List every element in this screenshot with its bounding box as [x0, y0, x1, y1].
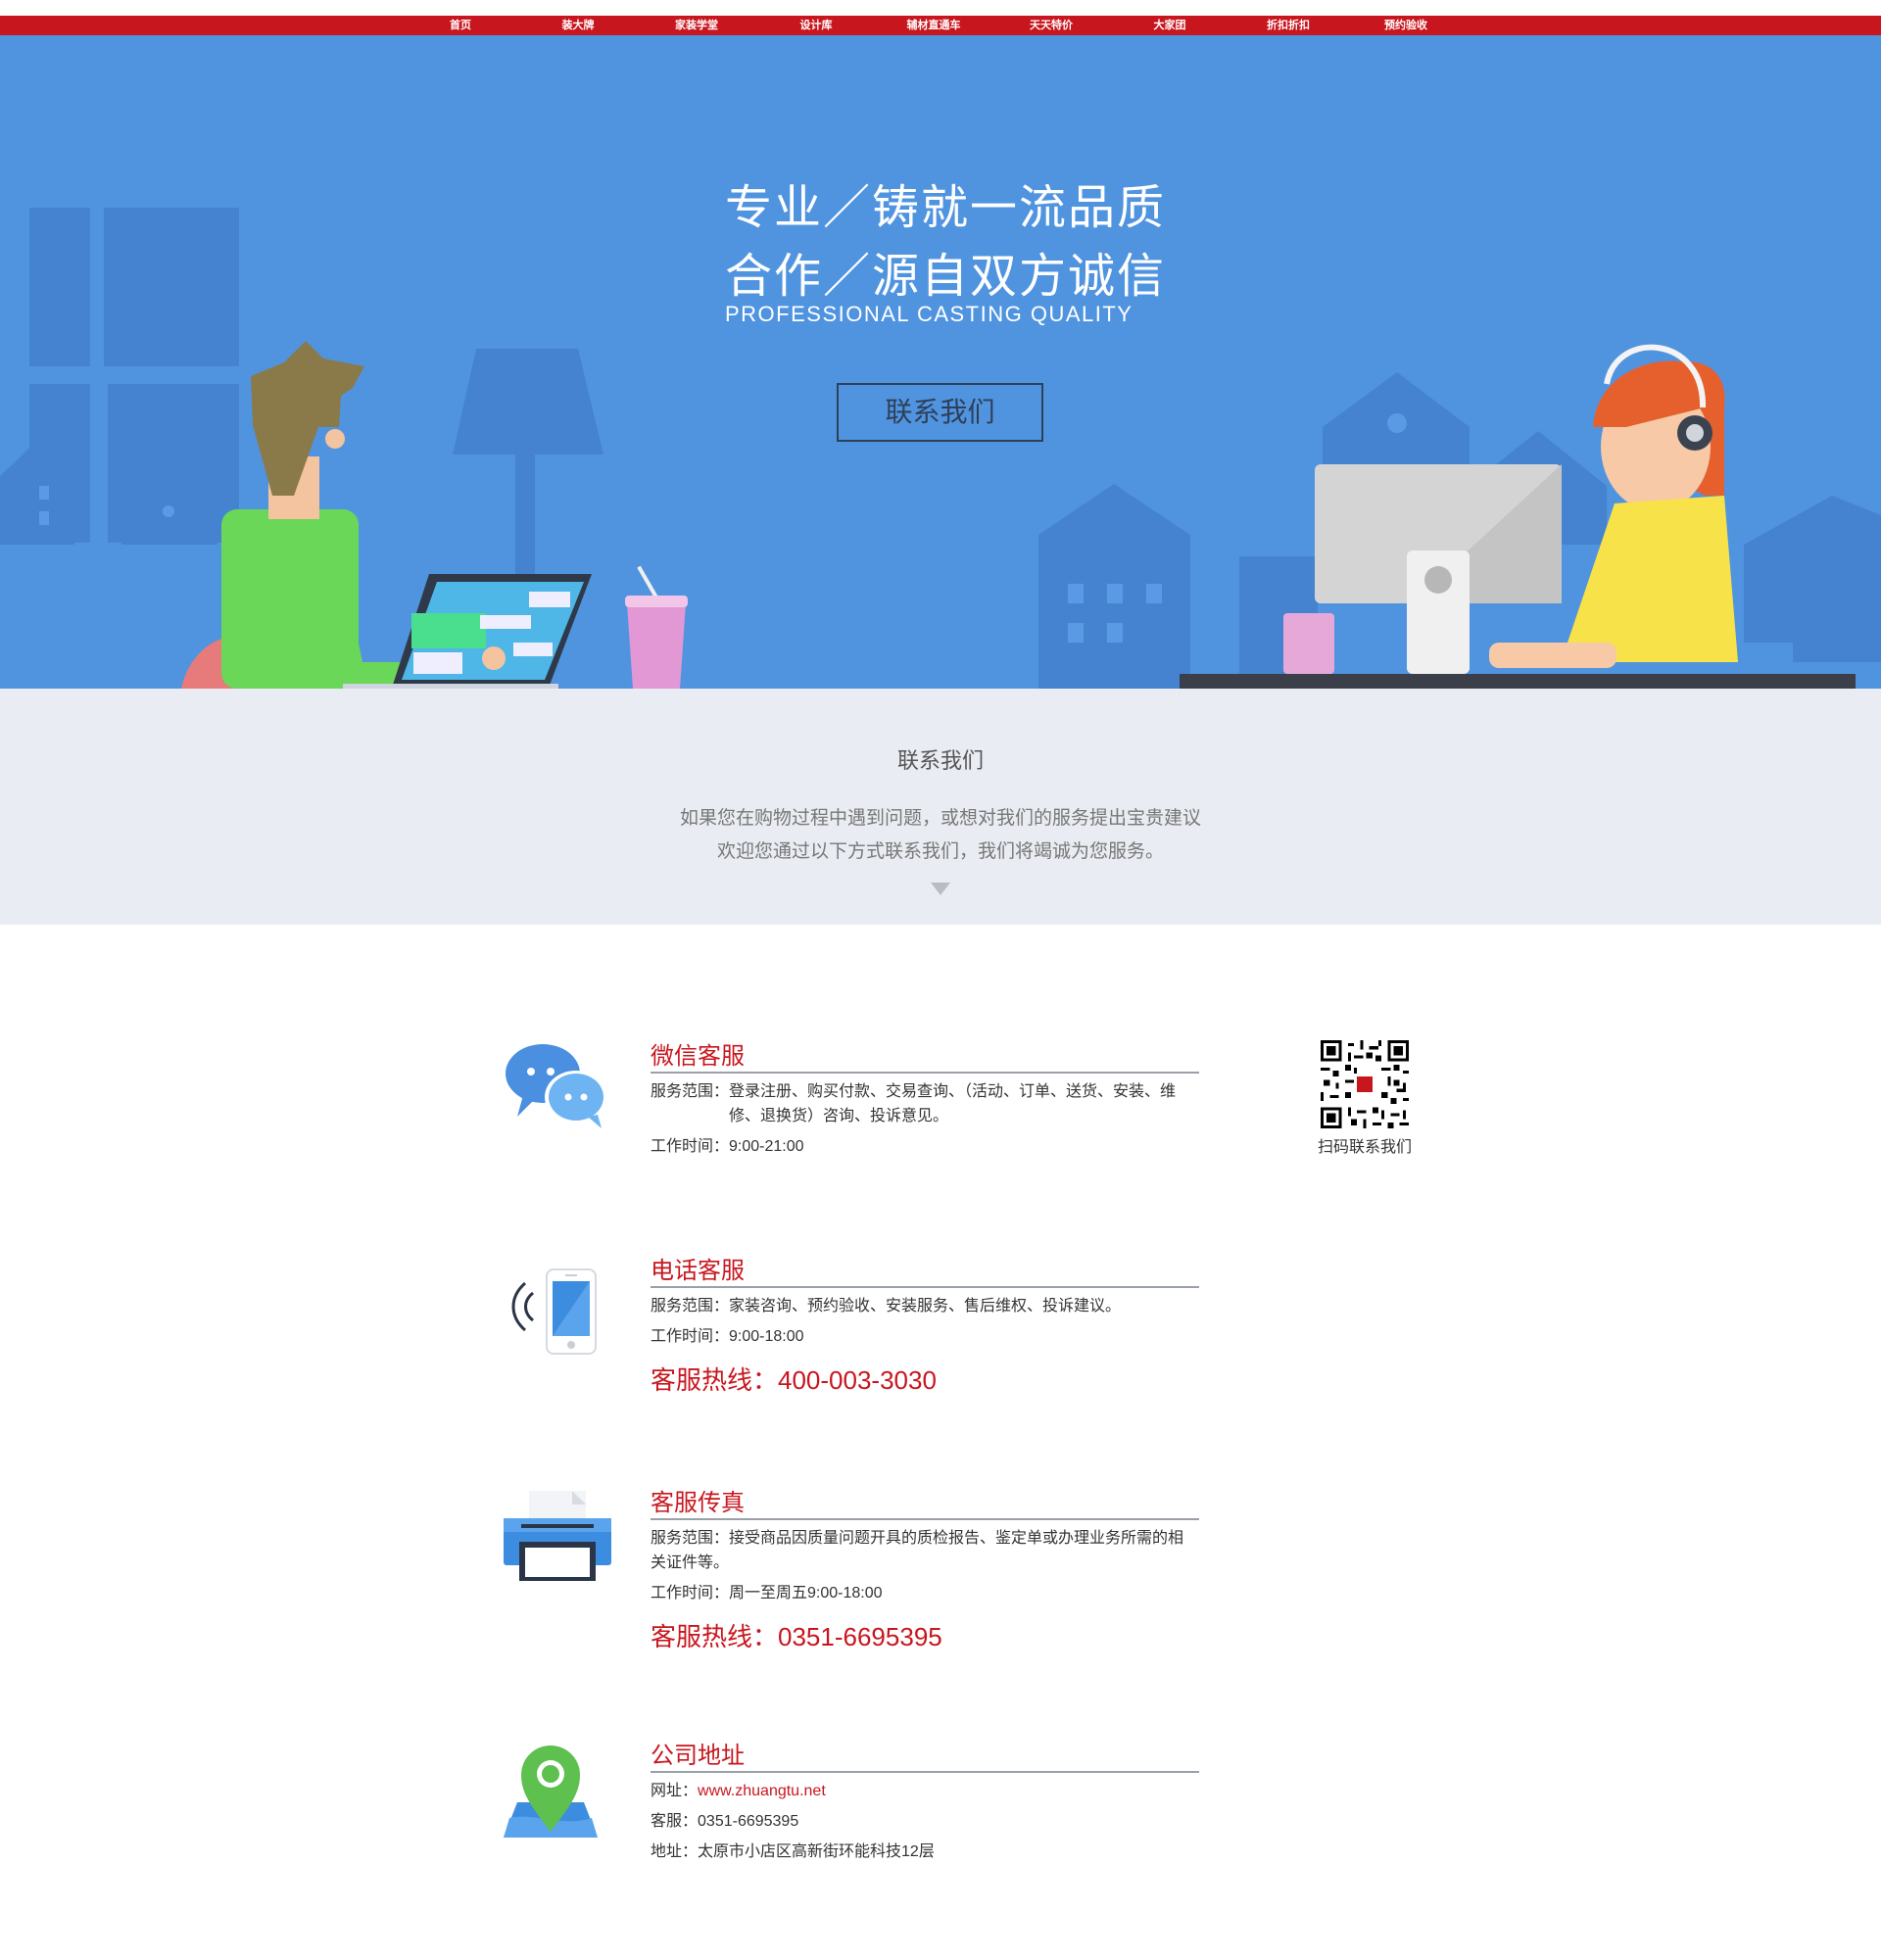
fax-service-title: 客服传真	[651, 1487, 1199, 1520]
hero-banner: 专业／铸就一流品质 合作／源自双方诚信 PROFESSIONAL CASTING…	[0, 35, 1881, 689]
address-block: 公司地址 网址：www.zhuangtu.net 客服：0351-6695395…	[651, 1740, 1199, 1864]
hero-headline-1: 专业／铸就一流品质	[725, 180, 1167, 235]
hero-illustration	[0, 208, 1881, 689]
intro-text-1: 如果您在购物过程中遇到问题，或想对我们的服务提出宝贵建议	[679, 808, 1201, 829]
fax-hotline-label: 客服热线：	[651, 1622, 779, 1651]
nav-item-home[interactable]: 首页	[450, 16, 471, 35]
wechat-scope-label: 服务范围：	[651, 1083, 730, 1100]
phone-scope: 家装咨询、预约验收、安装服务、售后维权、投诉建议。	[729, 1298, 1122, 1315]
down-arrow-icon	[931, 883, 950, 895]
printer-icon	[504, 1491, 611, 1590]
address-site-label: 网址：	[651, 1783, 699, 1799]
phone-service-title: 电话客服	[651, 1255, 1199, 1288]
fax-hours-label: 工作时间：	[651, 1585, 730, 1601]
fax-hours: 周一至周五9:00-18:00	[729, 1585, 883, 1601]
wechat-scope: 登录注册、购买付款、交易查询、（活动、订单、送货、安装、维修、退换货）咨询、投诉…	[729, 1083, 1177, 1124]
wechat-service-title: 微信客服	[651, 1040, 1199, 1074]
intro-text-2: 欢迎您通过以下方式联系我们，我们将竭诚为您服务。	[716, 841, 1164, 862]
phone-hours: 9:00-18:00	[729, 1328, 804, 1345]
fax-scope-label: 服务范围：	[651, 1530, 730, 1547]
phone-hours-row: 工作时间：9:00-18:00	[651, 1324, 1199, 1349]
address-service-row: 客服：0351-6695395	[651, 1809, 1199, 1834]
map-pin-icon	[504, 1744, 598, 1844]
address-title: 公司地址	[651, 1740, 1199, 1773]
nav-item-designs[interactable]: 设计库	[800, 16, 833, 35]
chat-bubbles-icon	[504, 1042, 611, 1135]
nav-item-daily-deals[interactable]: 天天特价	[1030, 16, 1073, 35]
nav-item-brands[interactable]: 装大牌	[562, 16, 595, 35]
fax-hotline[interactable]: 0351-6695395	[778, 1622, 942, 1651]
address-location-label: 地址：	[651, 1843, 699, 1860]
top-strip	[0, 0, 1881, 16]
wechat-hours: 9:00-21:00	[729, 1138, 804, 1155]
nav-item-discounts[interactable]: 折扣折扣	[1267, 16, 1310, 35]
fax-hours-row: 工作时间：周一至周五9:00-18:00	[651, 1581, 1199, 1605]
wechat-service-block: 微信客服 服务范围：登录注册、购买付款、交易查询、（活动、订单、送货、安装、维修…	[651, 1040, 1199, 1159]
address-location-row: 地址：太原市小店区高新街环能科技12层	[651, 1840, 1199, 1864]
wechat-hours-label: 工作时间：	[651, 1138, 730, 1155]
intro-section: 联系我们 如果您在购物过程中遇到问题，或想对我们的服务提出宝贵建议 欢迎您通过以…	[0, 689, 1881, 925]
address-site-row: 网址：www.zhuangtu.net	[651, 1779, 1199, 1803]
address-location: 太原市小店区高新街环能科技12层	[698, 1843, 935, 1860]
fax-scope: 接受商品因质量问题开具的质检报告、鉴定单或办理业务所需的相关证件等。	[651, 1530, 1184, 1571]
address-service-phone: 0351-6695395	[698, 1813, 799, 1830]
phone-scope-row: 服务范围：家装咨询、预约验收、安装服务、售后维权、投诉建议。	[651, 1294, 1199, 1318]
wechat-hours-row: 工作时间：9:00-21:00	[651, 1134, 1199, 1159]
fax-scope-row: 服务范围：接受商品因质量问题开具的质检报告、鉴定单或办理业务所需的相关证件等。	[651, 1526, 1199, 1575]
phone-hours-label: 工作时间：	[651, 1328, 730, 1345]
hero-headline-2: 合作／源自双方诚信	[725, 249, 1167, 304]
phone-hotline-row: 客服热线：400-003-3030	[651, 1361, 1199, 1397]
address-service-label: 客服：	[651, 1813, 699, 1830]
phone-scope-label: 服务范围：	[651, 1298, 730, 1315]
phone-hotline[interactable]: 400-003-3030	[778, 1365, 937, 1395]
wechat-scope-row: 服务范围：登录注册、购买付款、交易查询、（活动、订单、送货、安装、维修、退换货）…	[651, 1079, 1199, 1128]
main-nav: 首页 装大牌 家装学堂 设计库 辅材直通车 天天特价 大家团 折扣折扣 预约验收	[0, 16, 1881, 35]
nav-item-school[interactable]: 家装学堂	[675, 16, 718, 35]
fax-service-block: 客服传真 服务范围：接受商品因质量问题开具的质检报告、鉴定单或办理业务所需的相关…	[651, 1487, 1199, 1653]
nav-item-inspection[interactable]: 预约验收	[1384, 16, 1427, 35]
contact-us-button[interactable]: 联系我们	[837, 383, 1043, 442]
website-link[interactable]: www.zhuangtu.net	[698, 1783, 826, 1799]
nav-item-materials[interactable]: 辅材直通车	[907, 16, 961, 35]
mobile-phone-icon	[504, 1267, 602, 1361]
nav-item-group-buy[interactable]: 大家团	[1154, 16, 1186, 35]
qr-code	[1321, 1040, 1409, 1128]
phone-hotline-label: 客服热线：	[651, 1365, 779, 1395]
intro-title: 联系我们	[896, 748, 984, 773]
hero-subtitle: PROFESSIONAL CASTING QUALITY	[725, 302, 1133, 326]
phone-service-block: 电话客服 服务范围：家装咨询、预约验收、安装服务、售后维权、投诉建议。 工作时间…	[651, 1255, 1199, 1397]
fax-hotline-row: 客服热线：0351-6695395	[651, 1617, 1199, 1653]
qr-code-caption: 扫码联系我们	[1317, 1139, 1412, 1156]
